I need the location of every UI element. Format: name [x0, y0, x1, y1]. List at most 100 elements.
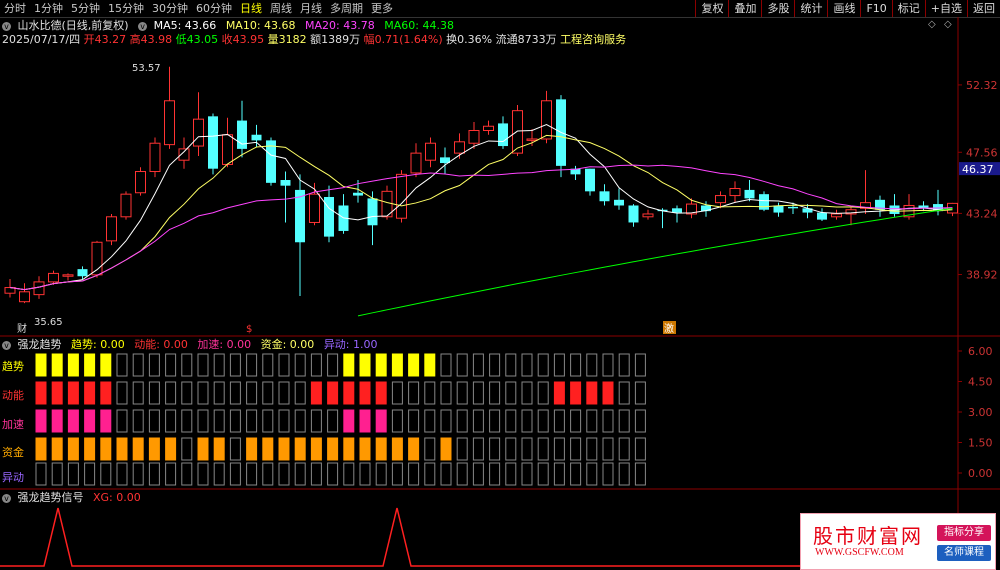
- kline-chart[interactable]: 52.32 47.56 43.24 38.92 46.37 53.57 35.65 财 $ 激 6.…: [0, 0, 1000, 570]
- signal-cell: [294, 353, 306, 377]
- signal-cell: [181, 462, 193, 486]
- signal-cell: [440, 462, 452, 486]
- signal-cell: [278, 381, 290, 405]
- signal-cell: [440, 381, 452, 405]
- candle-body: [193, 118, 204, 147]
- candle-body: [33, 281, 45, 296]
- collapse-icon[interactable]: v: [2, 340, 11, 350]
- signal-cell: [440, 353, 452, 377]
- trough-price-label: 35.65: [34, 317, 63, 328]
- signal-cell: [391, 462, 403, 486]
- signal-cell: [132, 409, 144, 433]
- signal-cell: [553, 353, 565, 377]
- candle-body: [280, 180, 291, 186]
- signal-cell: [553, 437, 565, 461]
- candle-body: [773, 205, 784, 213]
- signal-cell: [262, 437, 274, 461]
- event-marker: $: [246, 324, 252, 335]
- candle-body: [62, 274, 74, 277]
- site-logo[interactable]: 股市财富网 WWW.GSCFW.COM 指标分享 名师课程: [800, 513, 996, 570]
- signal-cell: [51, 437, 63, 461]
- signal-cell: [116, 381, 128, 405]
- signal-cell: [602, 381, 614, 405]
- signal-cell: [408, 381, 420, 405]
- signal-cell: [84, 437, 96, 461]
- indicator1-header: v 强龙趋势 趋势: 0.00 动能: 0.00 加速: 0.00 资金: 0.…: [2, 338, 384, 352]
- signal-cell: [489, 409, 501, 433]
- candle-body: [483, 125, 494, 131]
- candle-body: [715, 195, 726, 204]
- signal-cell: [262, 409, 274, 433]
- signal-cell: [327, 353, 339, 377]
- candle-body: [526, 138, 538, 141]
- signal-cell: [100, 409, 112, 433]
- signal-cell: [294, 462, 306, 486]
- signal-cell: [408, 437, 420, 461]
- signal-cell: [521, 409, 533, 433]
- event-marker-text: 激: [664, 322, 674, 335]
- signal-cell: [246, 381, 258, 405]
- signal-cell: [262, 381, 274, 405]
- signal-cell: [100, 462, 112, 486]
- signal-cell: [586, 353, 598, 377]
- indicator-axis-label: 6.00: [968, 345, 993, 358]
- signal-cell: [262, 462, 274, 486]
- ma20-line: [9, 164, 953, 291]
- signal-cell: [618, 437, 630, 461]
- signal-cell: [489, 462, 501, 486]
- signal-cell: [489, 353, 501, 377]
- candle-body: [744, 189, 755, 199]
- signal-cell: [67, 462, 79, 486]
- signal-cell: [343, 437, 355, 461]
- signal-cell: [602, 353, 614, 377]
- signal-cell: [634, 409, 646, 433]
- signal-cell: [278, 462, 290, 486]
- signal-cell: [408, 353, 420, 377]
- candle-body: [642, 213, 654, 218]
- signal-cell: [456, 462, 468, 486]
- indicator2-title: 强龙趋势信号: [17, 491, 84, 504]
- signal-cell: [537, 353, 549, 377]
- signal-cell: [505, 409, 517, 433]
- signal-cell: [197, 437, 209, 461]
- indicator-axis-label: 0.00: [968, 467, 993, 480]
- signal-cell: [148, 353, 160, 377]
- signal-cell: [359, 437, 371, 461]
- signal-cell: [294, 409, 306, 433]
- signal-cell: [262, 353, 274, 377]
- row-label-accel: 加速: [2, 418, 24, 431]
- signal-cell: [116, 409, 128, 433]
- signal-cell: [505, 381, 517, 405]
- signal-cell: [570, 353, 582, 377]
- signal-cell: [602, 409, 614, 433]
- signal-cell: [100, 437, 112, 461]
- peak-price-label: 53.57: [132, 63, 161, 74]
- signal-cell: [537, 409, 549, 433]
- signal-cell: [246, 437, 258, 461]
- signal-cell: [84, 381, 96, 405]
- candle-body: [164, 100, 175, 146]
- teacher-course-button[interactable]: 名师课程: [937, 545, 991, 561]
- signal-cell: [148, 437, 160, 461]
- collapse-icon[interactable]: v: [2, 493, 11, 503]
- candle-body: [309, 193, 320, 223]
- signal-cell: [424, 462, 436, 486]
- candle-body: [48, 272, 59, 283]
- indicator-share-button[interactable]: 指标分享: [937, 525, 991, 541]
- candle-body: [729, 188, 741, 197]
- price-axis-label: 47.56: [966, 146, 998, 159]
- signal-cell: [197, 462, 209, 486]
- signal-cell: [634, 437, 646, 461]
- signal-cell: [213, 409, 225, 433]
- signal-cell: [84, 462, 96, 486]
- signal-cell: [570, 409, 582, 433]
- candle-body: [498, 123, 508, 147]
- signal-cell: [472, 409, 484, 433]
- signal-cell: [408, 462, 420, 486]
- candle-body: [454, 141, 465, 154]
- signal-cell: [100, 381, 112, 405]
- signal-cell: [165, 462, 177, 486]
- signal-cell: [246, 409, 258, 433]
- row-label-momentum: 动能: [2, 389, 24, 402]
- signal-cell: [327, 409, 339, 433]
